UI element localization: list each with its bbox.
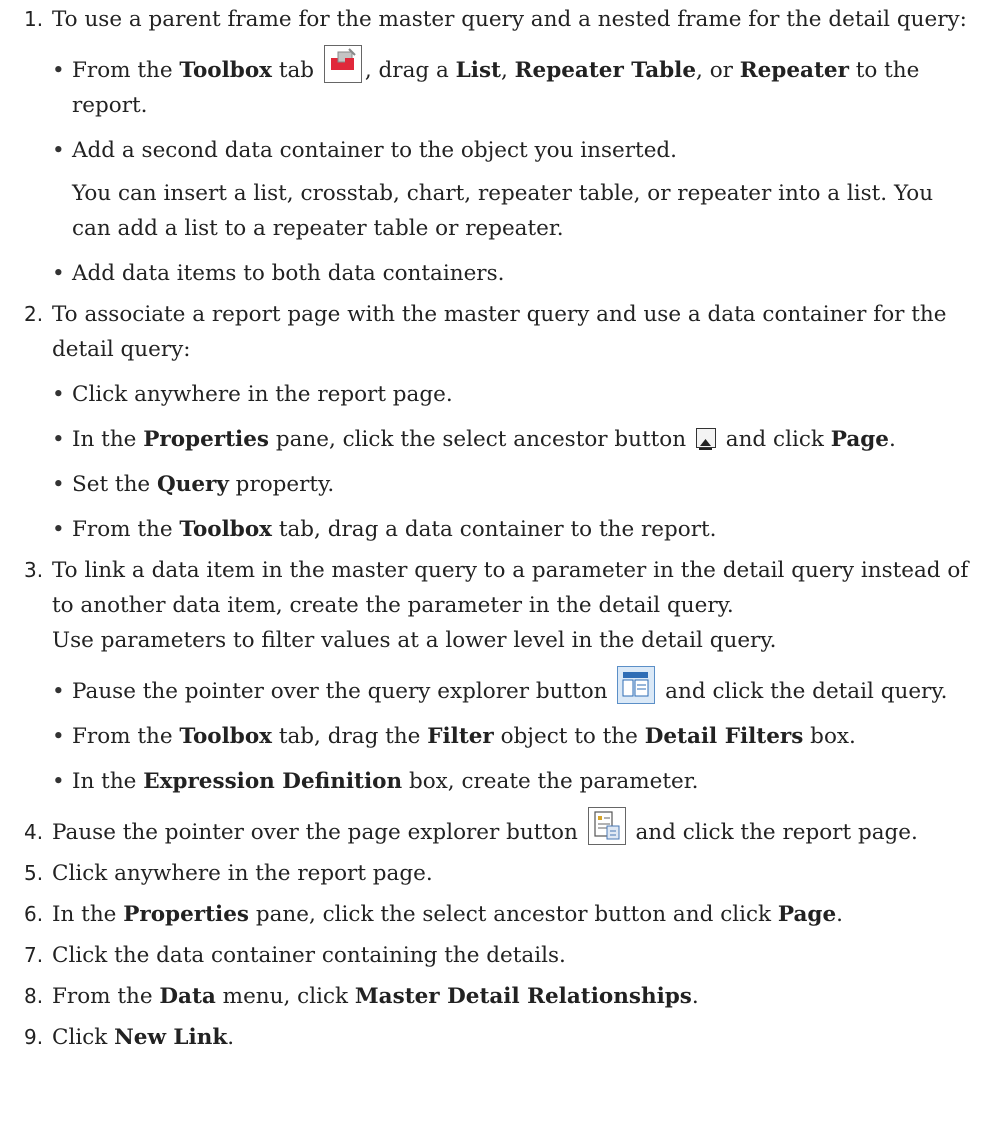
substep: Pause the pointer over the query explore… (52, 666, 978, 709)
step-number: 2. (24, 302, 44, 326)
substep: Click anywhere in the report page. (52, 377, 978, 412)
ui-term: List (455, 58, 501, 83)
substep: Add data items to both data containers. (52, 256, 978, 291)
step-5: 5. Click anywhere in the report page. (18, 856, 978, 891)
ui-term: Toolbox (179, 58, 272, 83)
procedure-steps: 1. To use a parent frame for the master … (18, 2, 978, 1055)
toolbox-icon (323, 45, 362, 83)
step-9: 9. Click New Link. (18, 1020, 978, 1055)
step-number: 7. (24, 943, 44, 967)
step-4: 4. Pause the pointer over the page explo… (18, 807, 978, 850)
ui-term: Data (159, 984, 216, 1009)
ui-term: Properties (143, 427, 269, 452)
ui-term: Expression Definition (143, 769, 403, 794)
ui-term: Repeater (739, 58, 849, 83)
ui-term: Filter (427, 724, 494, 749)
ui-term: Page (777, 902, 837, 927)
step-text: To link a data item in the master query … (52, 558, 969, 618)
step-3-substeps: Pause the pointer over the query explore… (52, 666, 978, 799)
substep: From the Toolbox tab, drag the Filter ob… (52, 719, 978, 754)
substep: Set the Query property. (52, 467, 978, 502)
step-text: To associate a report page with the mast… (52, 302, 947, 362)
step-number: 9. (24, 1025, 44, 1049)
ui-term: Master Detail Relationships (354, 984, 692, 1009)
ui-term: Query (156, 472, 229, 497)
step-number: 6. (24, 902, 44, 926)
step-1-substeps: From the Toolbox tab , drag a List, Repe… (52, 45, 978, 291)
ui-term: New Link (114, 1025, 228, 1050)
ui-term: Toolbox (179, 517, 272, 542)
step-8: 8. From the Data menu, click Master Deta… (18, 979, 978, 1014)
substep-note: You can insert a list, crosstab, chart, … (72, 181, 934, 241)
substep: In the Expression Definition box, create… (52, 764, 978, 799)
step-text: To use a parent frame for the master que… (52, 7, 967, 32)
step-6: 6. In the Properties pane, click the sel… (18, 897, 978, 932)
page-explorer-icon (587, 807, 626, 845)
step-1: 1. To use a parent frame for the master … (18, 2, 978, 291)
step-number: 4. (24, 820, 44, 844)
ui-term: Detail Filters (644, 724, 804, 749)
ui-term: Toolbox (179, 724, 272, 749)
step-number: 5. (24, 861, 44, 885)
step-7: 7. Click the data container containing t… (18, 938, 978, 973)
ui-term: Properties (123, 902, 249, 927)
query-explorer-icon (617, 666, 656, 704)
step-2-substeps: Click anywhere in the report page. In th… (52, 377, 978, 547)
step-number: 8. (24, 984, 44, 1008)
substep: From the Toolbox tab, drag a data contai… (52, 512, 978, 547)
substep: From the Toolbox tab , drag a List, Repe… (52, 45, 978, 123)
document-page: 1. To use a parent frame for the master … (0, 0, 996, 1138)
substep: In the Properties pane, click the select… (52, 422, 978, 457)
step-2: 2. To associate a report page with the m… (18, 297, 978, 547)
substep: Add a second data container to the objec… (52, 133, 978, 246)
ui-term: Repeater Table (514, 58, 697, 83)
select-ancestor-icon (695, 428, 716, 450)
step-number: 1. (24, 7, 44, 31)
step-number: 3. (24, 558, 44, 582)
ui-term: Page (830, 427, 889, 452)
step-3: 3. To link a data item in the master que… (18, 553, 978, 799)
step-note: Use parameters to filter values at a low… (52, 628, 777, 653)
